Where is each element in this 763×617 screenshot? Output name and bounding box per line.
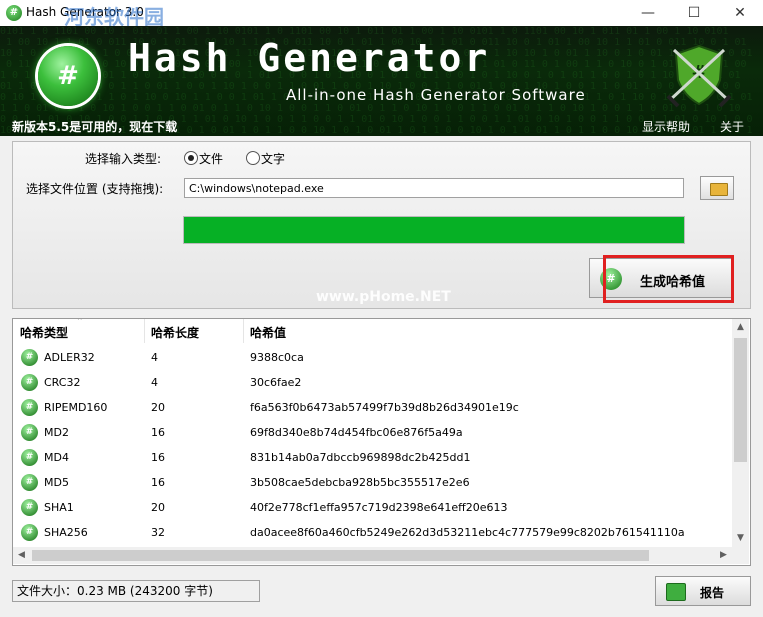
hash-type-cell: CRC32 — [44, 376, 81, 389]
hash-length-cell: 20 — [151, 401, 165, 414]
file-path-label: 选择文件位置 (支持拖拽): — [26, 182, 164, 196]
hash-icon: # — [21, 374, 38, 391]
header-banner: 0101 1 0 1101 00 10 1 011 01 1 00 1 10 0… — [0, 26, 763, 136]
site-watermark-text: www.pHome.NET — [316, 289, 451, 305]
title-bar: # Hash Generator 3.0 河东软件园 — ☐ ✕ — [0, 0, 763, 29]
hash-type-cell: ADLER32 — [44, 351, 95, 364]
close-button[interactable]: ✕ — [717, 0, 763, 26]
hash-type-cell: MD4 — [44, 451, 69, 464]
scroll-right-icon[interactable]: ▶ — [715, 547, 732, 564]
report-button-label: 报告 — [700, 586, 725, 600]
minimize-button[interactable]: — — [625, 0, 671, 26]
input-type-label: 选择输入类型: — [85, 152, 162, 166]
report-button[interactable]: 报告 — [655, 576, 751, 606]
hash-value-cell: f6a563f0b6473ab57499f7b39d8b26d34901e19c — [250, 401, 519, 414]
table-row[interactable]: # ADLER32 4 9388c0ca — [13, 345, 733, 370]
app-logo-icon: # — [38, 46, 98, 106]
radio-file[interactable] — [184, 151, 198, 165]
table-row[interactable]: # CRC32 4 30c6fae2 — [13, 370, 733, 395]
shield-swords-icon: # — [666, 44, 732, 108]
app-tagline: All-in-one Hash Generator Software — [286, 86, 586, 104]
highlight-box — [603, 255, 734, 303]
progress-bar — [183, 216, 685, 244]
hash-length-cell: 16 — [151, 451, 165, 464]
maximize-button[interactable]: ☐ — [671, 0, 717, 26]
hash-length-cell: 4 — [151, 351, 158, 364]
about-link[interactable]: 关于 — [720, 118, 744, 135]
hash-type-cell: RIPEMD160 — [44, 401, 108, 414]
table-row[interactable]: # MD5 16 3b508cae5debcba928b5bc355517e2e6 — [13, 470, 733, 495]
hash-icon: # — [21, 349, 38, 366]
hash-value-cell: 69f8d340e8b74d454fbc06e876f5a49a — [250, 426, 463, 439]
column-header-length[interactable]: 哈希长度 — [151, 324, 199, 341]
hash-value-cell: da0acee8f60a460cfb5249e262d3d53211ebc4c7… — [250, 526, 685, 539]
hash-value-cell: 30c6fae2 — [250, 376, 302, 389]
scroll-left-icon[interactable]: ◀ — [13, 547, 30, 564]
folder-icon — [710, 183, 728, 196]
hash-icon: # — [21, 399, 38, 416]
hash-length-cell: 20 — [151, 501, 165, 514]
hash-length-cell: 16 — [151, 426, 165, 439]
hash-type-cell: MD5 — [44, 476, 69, 489]
progress-fill — [184, 217, 684, 243]
browse-button[interactable] — [700, 176, 734, 200]
hash-length-cell: 32 — [151, 526, 165, 539]
hash-icon: # — [21, 499, 38, 516]
hash-icon: # — [21, 424, 38, 441]
hash-icon: # — [21, 524, 38, 541]
radio-text-label[interactable]: 文字 — [261, 150, 285, 167]
vertical-scrollbar[interactable]: ▲ ▼ — [732, 319, 749, 547]
list-header: 哈希类型 ⌃ 哈希长度 哈希值 — [13, 319, 733, 343]
hash-value-cell: 40f2e778cf1effa957c719d2398e641eff20e613 — [250, 501, 508, 514]
horizontal-scroll-thumb[interactable] — [32, 550, 649, 561]
table-row[interactable]: # SHA1 20 40f2e778cf1effa957c719d2398e641ef… — [13, 495, 733, 520]
hash-type-cell: SHA256 — [44, 526, 88, 539]
column-header-type[interactable]: 哈希类型 — [20, 324, 68, 341]
table-row[interactable]: # SHA256 32 da0acee8f60a460cfb5249e262d3d53… — [13, 520, 733, 545]
hash-value-cell: 3b508cae5debcba928b5bc355517e2e6 — [250, 476, 470, 489]
radio-text[interactable] — [246, 151, 260, 165]
hash-length-cell: 4 — [151, 376, 158, 389]
file-size-status: 文件大小：0.23 MB (243200 字节) — [12, 580, 260, 602]
hash-results-list[interactable]: 哈希类型 ⌃ 哈希长度 哈希值 # ADLER32 4 9388c0ca # CRC32 4… — [12, 318, 751, 566]
table-row[interactable]: # MD4 16 831b14ab0a7dbccb969898dc2b425dd1 — [13, 445, 733, 470]
hash-value-cell: 9388c0ca — [250, 351, 304, 364]
hash-type-cell: MD2 — [44, 426, 69, 439]
hash-icon: # — [21, 474, 38, 491]
scroll-corner — [732, 547, 749, 564]
vertical-scroll-thumb[interactable] — [734, 338, 747, 462]
hash-length-cell: 16 — [151, 476, 165, 489]
hash-icon: # — [21, 449, 38, 466]
app-name-banner: Hash Generator — [128, 36, 491, 80]
radio-file-label[interactable]: 文件 — [199, 150, 223, 167]
hash-value-cell: 831b14ab0a7dbccb969898dc2b425dd1 — [250, 451, 471, 464]
update-notice-link[interactable]: 新版本5.5是可用的，现在下载 — [12, 118, 177, 135]
hash-type-cell: SHA1 — [44, 501, 74, 514]
scroll-up-icon[interactable]: ▲ — [732, 319, 749, 336]
table-row[interactable]: # RIPEMD160 20 f6a563f0b6473ab57499f7b39d8b… — [13, 395, 733, 420]
scroll-down-icon[interactable]: ▼ — [732, 530, 749, 547]
app-icon: # — [6, 5, 22, 21]
report-icon — [666, 583, 686, 601]
horizontal-scrollbar[interactable]: ◀ ▶ — [13, 547, 732, 564]
column-header-value[interactable]: 哈希值 — [250, 324, 286, 341]
file-path-input[interactable]: C:\windows\notepad.exe — [184, 178, 684, 198]
table-row[interactable]: # MD2 16 69f8d340e8b74d454fbc06e876f5a49a — [13, 420, 733, 445]
sort-arrow-icon: ⌃ — [76, 318, 84, 327]
help-link[interactable]: 显示帮助 — [642, 118, 690, 135]
